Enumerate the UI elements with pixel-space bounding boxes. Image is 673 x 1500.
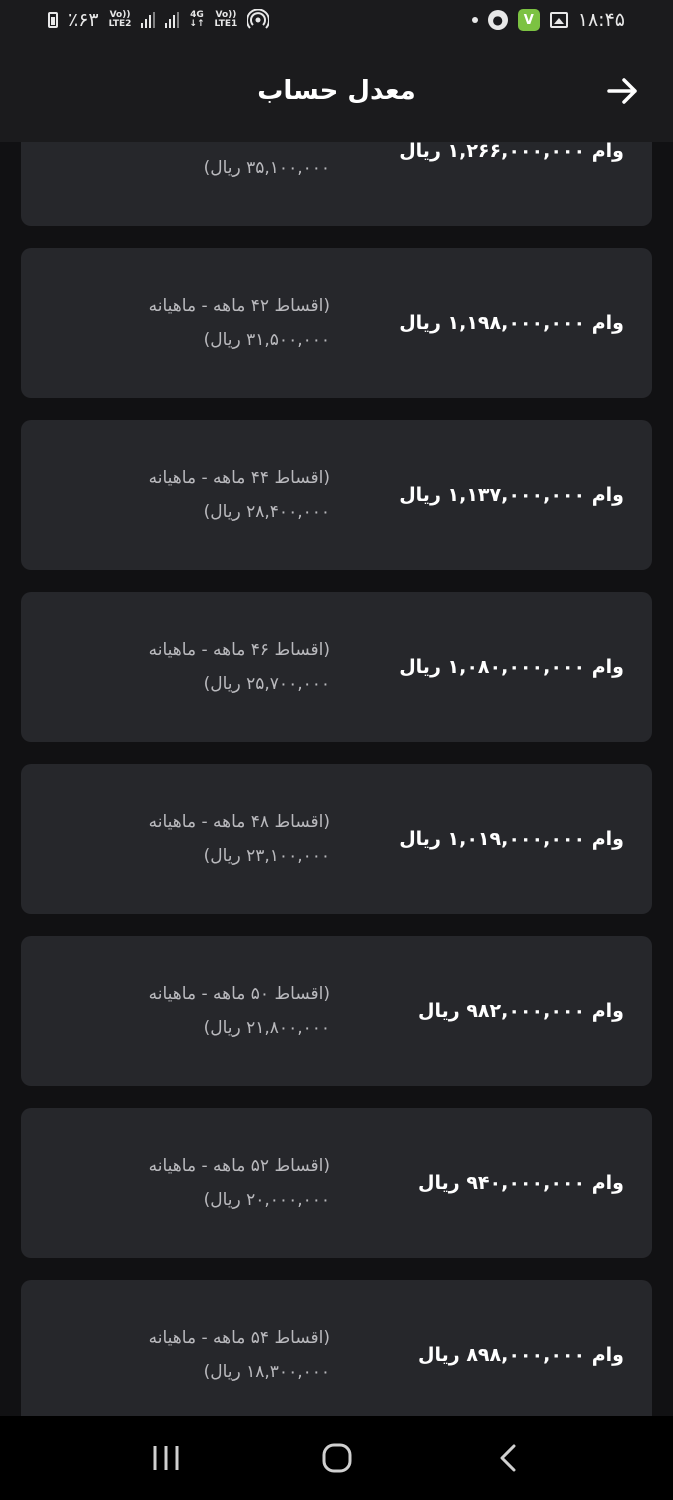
sim2-lte: LTE1 [214, 19, 238, 29]
installment-amount: ۲۰,۰۰۰,۰۰۰ ریال) [203, 1190, 330, 1210]
loan-amount: وام ۱,۱۹۸,۰۰۰,۰۰۰ ریال [399, 312, 624, 334]
signal-icon-2 [165, 12, 180, 28]
installment-amount: ۲۵,۷۰۰,۰۰۰ ریال) [203, 674, 330, 694]
hotspot-icon [247, 9, 270, 29]
loan-amount: وام ۱,۱۳۷,۰۰۰,۰۰۰ ریال [399, 484, 624, 506]
home-icon [322, 1443, 351, 1473]
status-left: ٪۶۳ Vo)) LTE2 4G ↓↑ Vo)) LTE1 [48, 9, 270, 31]
loan-list-inner: وام ۱,۲۶۶,۰۰۰,۰۰۰ ریال (اقساط ۴۰ ماهه - … [0, 142, 673, 1416]
loan-card[interactable]: وام ۱,۱۳۷,۰۰۰,۰۰۰ ریال (اقساط ۴۴ ماهه - … [21, 420, 652, 570]
network-type: 4G ↓↑ [189, 10, 205, 29]
loan-list[interactable]: وام ۱,۲۶۶,۰۰۰,۰۰۰ ریال (اقساط ۴۰ ماهه - … [0, 142, 673, 1416]
status-right: ● V ۱۸:۴۵ [471, 9, 625, 31]
home-button[interactable] [307, 1428, 367, 1488]
installment-info: (اقساط ۴۰ ماهه - ماهیانه ۳۵,۱۰۰,۰۰۰ ریال… [149, 142, 330, 185]
installment-term: (اقساط ۴۶ ماهه - ماهیانه [148, 640, 330, 660]
recents-icon [153, 1446, 178, 1470]
installment-amount: ۳۵,۱۰۰,۰۰۰ ریال) [203, 158, 330, 178]
battery-icon [48, 12, 58, 28]
loan-amount: وام ۱,۲۶۶,۰۰۰,۰۰۰ ریال [399, 142, 624, 162]
screen: ٪۶۳ Vo)) LTE2 4G ↓↑ Vo)) LTE1 ● V ۱۸:۴۵ … [0, 0, 673, 1500]
sim1-label: Vo)) LTE2 [109, 11, 132, 29]
app-header: معدل حساب [0, 40, 673, 142]
installment-amount: ۲۸,۴۰۰,۰۰۰ ریال) [203, 502, 330, 522]
installment-term: (اقساط ۴۰ ماهه - ماهیانه [149, 142, 330, 151]
sim1-lte: LTE2 [108, 19, 132, 29]
loan-amount: وام ۹۸۲,۰۰۰,۰۰۰ ریال [418, 1000, 624, 1022]
loan-card[interactable]: وام ۹۴۰,۰۰۰,۰۰۰ ریال (اقساط ۵۲ ماهه - ما… [21, 1108, 652, 1258]
account-icon: ● [487, 10, 508, 30]
installment-amount: ۲۳,۱۰۰,۰۰۰ ریال) [203, 846, 330, 866]
battery-level: ٪۶۳ [68, 9, 99, 31]
loan-card[interactable]: وام ۱,۰۸۰,۰۰۰,۰۰۰ ریال (اقساط ۴۶ ماهه - … [21, 592, 652, 742]
installment-info: (اقساط ۴۶ ماهه - ماهیانه ۲۵,۷۰۰,۰۰۰ ریال… [149, 633, 330, 701]
installment-info: (اقساط ۴۲ ماهه - ماهیانه ۳۱,۵۰۰,۰۰۰ ریال… [149, 289, 330, 357]
installment-info: (اقساط ۵۰ ماهه - ماهیانه ۲۱,۸۰۰,۰۰۰ ریال… [149, 977, 330, 1045]
back-chevron-icon [500, 1444, 515, 1472]
installment-info: (اقساط ۵۲ ماهه - ماهیانه ۲۰,۰۰۰,۰۰۰ ریال… [149, 1149, 330, 1217]
installment-amount: ۲۱,۸۰۰,۰۰۰ ریال) [203, 1018, 330, 1038]
arrow-right-icon [607, 78, 637, 104]
installment-term: (اقساط ۴۴ ماهه - ماهیانه [148, 468, 330, 488]
signal-icon [141, 12, 156, 28]
loan-card[interactable]: وام ۹۸۲,۰۰۰,۰۰۰ ریال (اقساط ۵۰ ماهه - ما… [21, 936, 652, 1086]
loan-amount: وام ۱,۰۸۰,۰۰۰,۰۰۰ ریال [399, 656, 624, 678]
system-nav-bar [0, 1416, 673, 1500]
loan-amount: وام ۸۹۸,۰۰۰,۰۰۰ ریال [418, 1344, 624, 1366]
installment-info: (اقساط ۴۸ ماهه - ماهیانه ۲۳,۱۰۰,۰۰۰ ریال… [149, 805, 330, 873]
installment-term: (اقساط ۵۴ ماهه - ماهیانه [148, 1328, 330, 1348]
clock: ۱۸:۴۵ [577, 9, 625, 31]
loan-card[interactable]: وام ۱,۰۱۹,۰۰۰,۰۰۰ ریال (اقساط ۴۸ ماهه - … [21, 764, 652, 914]
notification-dot-icon [471, 17, 478, 23]
loan-card[interactable]: وام ۱,۲۶۶,۰۰۰,۰۰۰ ریال (اقساط ۴۰ ماهه - … [21, 142, 652, 226]
recents-button[interactable] [136, 1428, 196, 1488]
installment-info: (اقساط ۵۴ ماهه - ماهیانه ۱۸,۳۰۰,۰۰۰ ریال… [149, 1321, 330, 1389]
back-button[interactable] [603, 71, 643, 111]
installment-term: (اقساط ۴۲ ماهه - ماهیانه [148, 296, 330, 316]
loan-amount: وام ۱,۰۱۹,۰۰۰,۰۰۰ ریال [399, 828, 624, 850]
gallery-icon [549, 12, 568, 28]
installment-amount: ۳۱,۵۰۰,۰۰۰ ریال) [203, 330, 330, 350]
installment-amount: ۱۸,۳۰۰,۰۰۰ ریال) [203, 1362, 330, 1382]
network-4g: 4G [190, 10, 204, 20]
system-back-button[interactable] [478, 1428, 538, 1488]
page-title: معدل حساب [257, 76, 416, 106]
installment-term: (اقساط ۴۸ ماهه - ماهیانه [148, 812, 330, 832]
loan-card[interactable]: وام ۱,۱۹۸,۰۰۰,۰۰۰ ریال (اقساط ۴۲ ماهه - … [21, 248, 652, 398]
status-bar: ٪۶۳ Vo)) LTE2 4G ↓↑ Vo)) LTE1 ● V ۱۸:۴۵ [0, 0, 673, 40]
loan-amount: وام ۹۴۰,۰۰۰,۰۰۰ ریال [418, 1172, 624, 1194]
installment-term: (اقساط ۵۲ ماهه - ماهیانه [148, 1156, 330, 1176]
installment-info: (اقساط ۴۴ ماهه - ماهیانه ۲۸,۴۰۰,۰۰۰ ریال… [149, 461, 330, 529]
sim2-label: Vo)) LTE1 [215, 11, 238, 29]
loan-card[interactable]: وام ۸۹۸,۰۰۰,۰۰۰ ریال (اقساط ۵۴ ماهه - ما… [21, 1280, 652, 1416]
app-notification-icon: V [517, 9, 540, 31]
installment-term: (اقساط ۵۰ ماهه - ماهیانه [148, 984, 330, 1004]
